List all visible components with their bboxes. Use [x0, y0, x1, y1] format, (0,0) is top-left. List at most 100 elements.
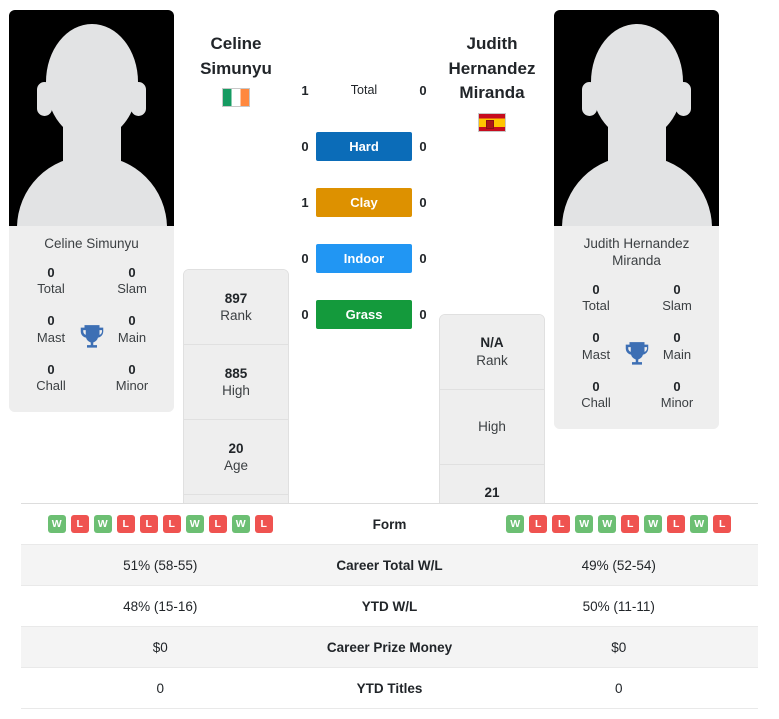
flag-ireland-icon — [222, 88, 250, 108]
trophy-grid-left: 0 Total 0 Slam 0 Mast 0 Main 0 Chall 0 M… — [9, 260, 174, 413]
player-name-line: Celine — [210, 34, 262, 53]
player-comparison-page: Celine Simunyu 0 Total 0 Slam 0 Mast 0 M… — [0, 0, 779, 719]
h2h-surface-chip-indoor[interactable]: Indoor — [316, 243, 412, 273]
form-badge-loss[interactable]: L — [254, 515, 273, 533]
form-badge-win[interactable]: W — [47, 515, 66, 533]
stat-value-right: $0 — [611, 639, 627, 655]
form-badge-loss[interactable]: L — [162, 515, 181, 533]
h2h-row-clay: 1 Clay 0 — [289, 174, 439, 230]
form-badge-loss[interactable]: L — [139, 515, 158, 533]
stat-row-career-total-wl: 51% (58-55) Career Total W/L 49% (52-54) — [21, 545, 758, 586]
trophy-stat-label: Main — [662, 346, 692, 362]
trophy-row: 0 Chall 0 Minor — [9, 362, 174, 395]
h2h-score-left: 1 — [301, 82, 309, 98]
form-badge-loss[interactable]: L — [529, 515, 548, 533]
info-row-rank-left: 897 Rank — [184, 270, 288, 346]
avatar-left — [9, 10, 174, 226]
form-badge-loss[interactable]: L — [208, 515, 227, 533]
h2h-surface-chip-hard[interactable]: Hard — [316, 131, 412, 161]
h2h-row-grass: 0 Grass 0 — [289, 286, 439, 342]
h2h-row-hard: 0 Hard 0 — [289, 118, 439, 174]
stat-value-right: 50% (11-11) — [582, 598, 655, 614]
info-value: 20 — [228, 440, 244, 456]
trophy-stat-main: 0 Main — [649, 330, 705, 363]
h2h-score-left: 0 — [301, 138, 309, 154]
player-name-block-left: Celine Simunyu — [183, 10, 289, 108]
form-badge-loss[interactable]: L — [116, 515, 135, 533]
stat-value-left: $0 — [152, 639, 168, 655]
info-row-high-left: 885 High — [184, 345, 288, 421]
player-card-left[interactable]: Celine Simunyu 0 Total 0 Slam 0 Mast 0 M… — [9, 10, 174, 413]
flag-wrap-left — [183, 88, 289, 108]
h2h-label-total: Total — [350, 83, 378, 97]
h2h-score-left: 0 — [301, 250, 309, 266]
stat-value-left: 51% (58-55) — [123, 557, 198, 573]
avatar-right — [554, 10, 719, 226]
form-badge-loss[interactable]: L — [667, 515, 686, 533]
form-badge-win[interactable]: W — [575, 515, 594, 533]
trophy-stat-chall: 0 Chall — [568, 379, 624, 412]
trophy-icon — [80, 324, 103, 348]
stat-row-form: WLWLLLWLWL Form WLLWWLWLWL — [21, 504, 758, 545]
form-badge-loss[interactable]: L — [552, 515, 571, 533]
flag-wrap-right — [439, 112, 545, 132]
trophy-stat-value: 0 — [128, 313, 136, 329]
player-card-right[interactable]: Judith Hernandez Miranda 0 Total 0 Slam — [554, 10, 719, 430]
info-label: High — [478, 419, 506, 435]
form-badge-win[interactable]: W — [690, 515, 709, 533]
trophy-stat-label: Chall — [581, 395, 611, 410]
stat-label: YTD W/L — [361, 598, 418, 614]
player-name-right: Judith Hernandez Miranda — [439, 32, 545, 106]
h2h-score-left: 0 — [301, 306, 309, 322]
trophy-stat-label: Mast — [36, 329, 66, 345]
trophy-stat-label: Main — [117, 329, 147, 345]
h2h-row-total: 1 Total 0 — [289, 62, 439, 118]
player-name-line: Simunyu — [200, 58, 272, 78]
trophy-stat-value: 0 — [673, 330, 681, 346]
trophy-icon — [625, 341, 648, 365]
player-name-left: Celine Simunyu — [183, 32, 289, 81]
avatar-silhouette-ear-right — [131, 82, 146, 116]
info-value: 21 — [484, 485, 500, 501]
stat-row-ytd-wl: 48% (15-16) YTD W/L 50% (11-11) — [21, 586, 758, 627]
trophy-stat-label: Total — [37, 281, 65, 297]
form-badge-win[interactable]: W — [93, 515, 112, 533]
form-badge-win[interactable]: W — [598, 515, 617, 533]
h2h-row-indoor: 0 Indoor 0 — [289, 230, 439, 286]
trophy-stat-mast: 0 Mast — [568, 330, 624, 363]
trophy-stat-value: 0 — [592, 281, 600, 297]
trophy-row: 0 Total 0 Slam — [554, 282, 719, 315]
form-badge-loss[interactable]: L — [713, 515, 732, 533]
form-badges-left: WLWLLLWLWL — [21, 515, 300, 533]
trophy-stat-total: 0 Total — [23, 265, 79, 298]
player-name-line: Judith — [466, 34, 518, 53]
trophy-stat-slam: 0 Slam — [104, 265, 160, 298]
info-value: 885 — [224, 365, 248, 381]
form-badge-win[interactable]: W — [644, 515, 663, 533]
form-badge-loss[interactable]: L — [70, 515, 89, 533]
trophy-stat-main: 0 Main — [104, 313, 160, 346]
stats-comparison-table: WLWLLLWLWL Form WLLWWLWLWL 51% (58-55) C… — [21, 503, 758, 709]
trophy-row: 0 Chall 0 Minor — [554, 379, 719, 412]
trophy-stat-minor: 0 Minor — [649, 379, 705, 412]
h2h-score-left: 1 — [301, 194, 309, 210]
stat-label: YTD Titles — [356, 680, 423, 696]
form-badge-win[interactable]: W — [185, 515, 204, 533]
h2h-surface-chip-clay[interactable]: Clay — [316, 187, 412, 217]
trophy-stat-value: 0 — [592, 378, 600, 394]
player-name-line: Miranda — [459, 83, 525, 103]
trophy-stat-mast: 0 Mast — [23, 313, 79, 346]
info-label: Rank — [476, 352, 508, 368]
avatar-silhouette-ear-left — [582, 82, 597, 116]
trophy-stat-label: Minor — [660, 395, 694, 410]
form-badge-loss[interactable]: L — [621, 515, 640, 533]
h2h-score-right: 0 — [419, 82, 427, 98]
trophy-stat-label: Chall — [36, 378, 66, 394]
h2h-surface-chip-grass[interactable]: Grass — [316, 299, 412, 329]
form-badge-win[interactable]: W — [506, 515, 525, 533]
form-badge-win[interactable]: W — [231, 515, 250, 533]
info-label: High — [222, 383, 250, 399]
player-card-name-left: Celine Simunyu — [9, 226, 174, 261]
trophy-stat-slam: 0 Slam — [649, 282, 705, 315]
info-row-rank-right: N/A Rank — [440, 314, 544, 390]
